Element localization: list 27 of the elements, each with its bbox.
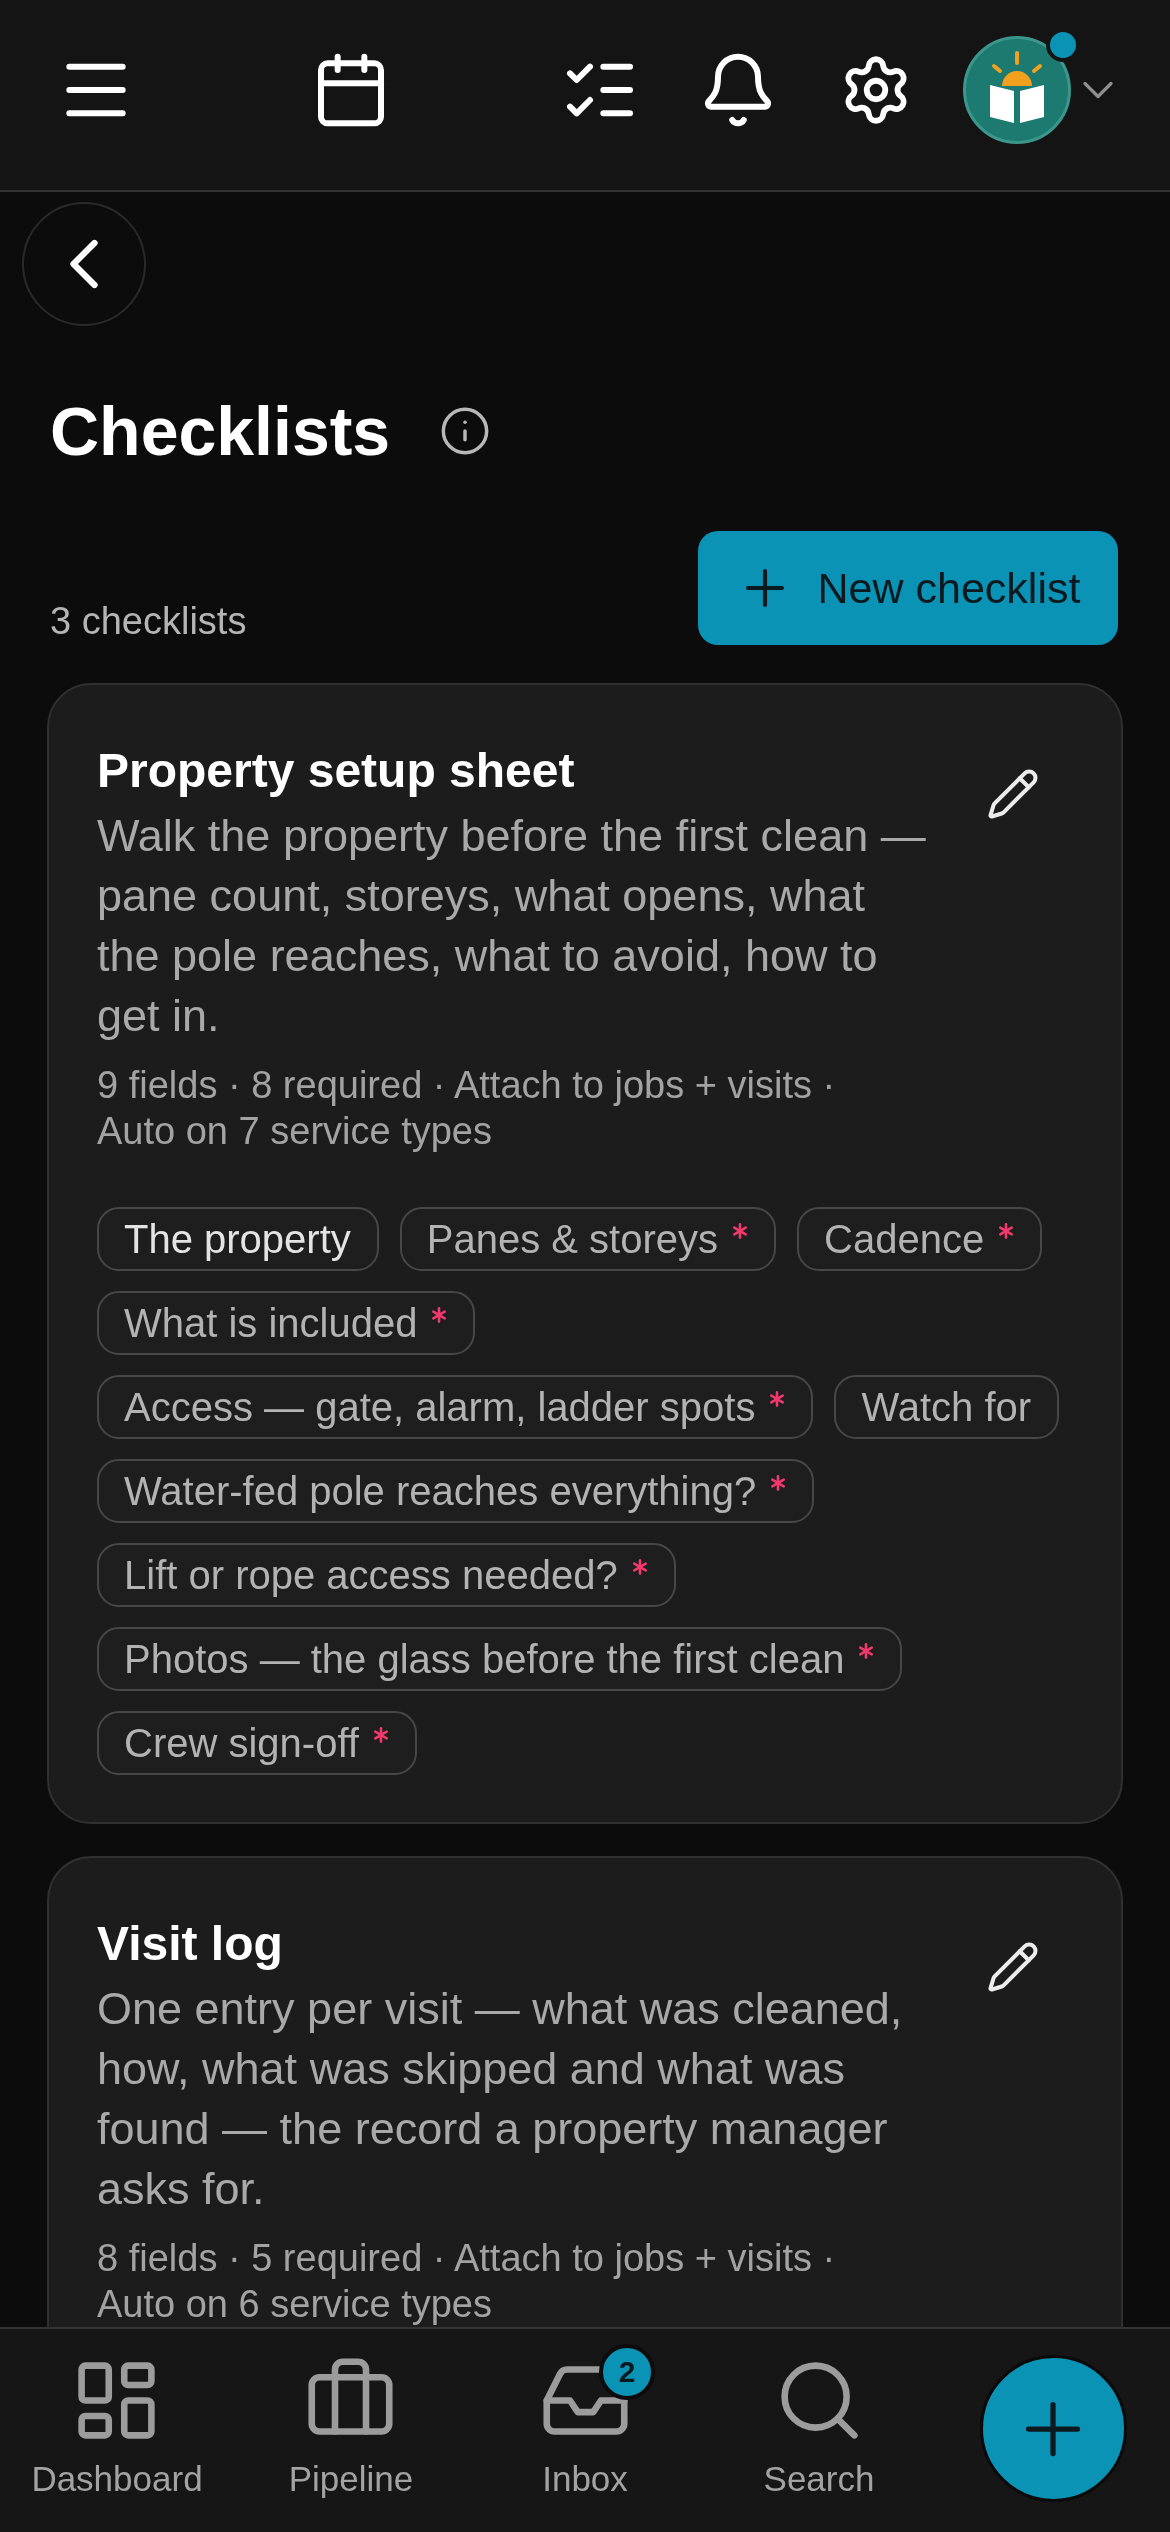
checklist-description: One entry per visit — what was cleaned, how, what was skipped and what was found — the record a property manager asks for. <box>97 1982 904 2216</box>
book-sun-avatar-icon[interactable] <box>963 36 1071 144</box>
checklist-meta: 8 fields · 5 required · Attach to jobs + visits · Auto on 6 service types <box>97 2236 837 2327</box>
checklist-meta: 9 fields · 8 required · Attach to jobs + visits · Auto on 7 service types <box>97 1063 837 1154</box>
field-name: Water-fed pole reaches everything? <box>124 1468 757 1515</box>
checklist-description: Walk the property before the first clean — pane count, storeys, what opens, what the pole reaches, what to avoid, how to get in. <box>97 809 927 1043</box>
back-button[interactable] <box>22 202 146 326</box>
field-name: Crew sign-off <box>124 1720 359 1767</box>
field-name: Access — gate, alarm, ladder spots <box>124 1384 756 1431</box>
new-checklist-button[interactable]: New checklist <box>698 531 1118 645</box>
field-name: What is included <box>124 1300 418 1347</box>
field-name: Panes & storeys <box>426 1216 719 1263</box>
nav-item[interactable]: Search <box>759 2354 879 2501</box>
page-title: Checklists <box>50 393 391 469</box>
field-name: Cadence <box>824 1216 985 1263</box>
pencil-icon[interactable] <box>986 1940 1040 1994</box>
unread-count-badge: 2 <box>599 2344 655 2400</box>
checklist-title: Visit log <box>97 1916 284 1972</box>
checklist-title: Property setup sheet <box>97 743 576 799</box>
checklist-count: 3 checklists <box>50 599 247 644</box>
pencil-icon[interactable] <box>986 767 1040 821</box>
field-name: Watch for <box>861 1384 1032 1431</box>
nav-item[interactable]: Pipeline <box>284 2354 418 2501</box>
nav-item[interactable]: Dashboard <box>27 2354 207 2501</box>
section-name: The property <box>124 1216 351 1263</box>
field-name: Lift or rope access needed? <box>124 1552 618 1599</box>
field-name: Photos — the glass before the first clean <box>124 1636 845 1683</box>
